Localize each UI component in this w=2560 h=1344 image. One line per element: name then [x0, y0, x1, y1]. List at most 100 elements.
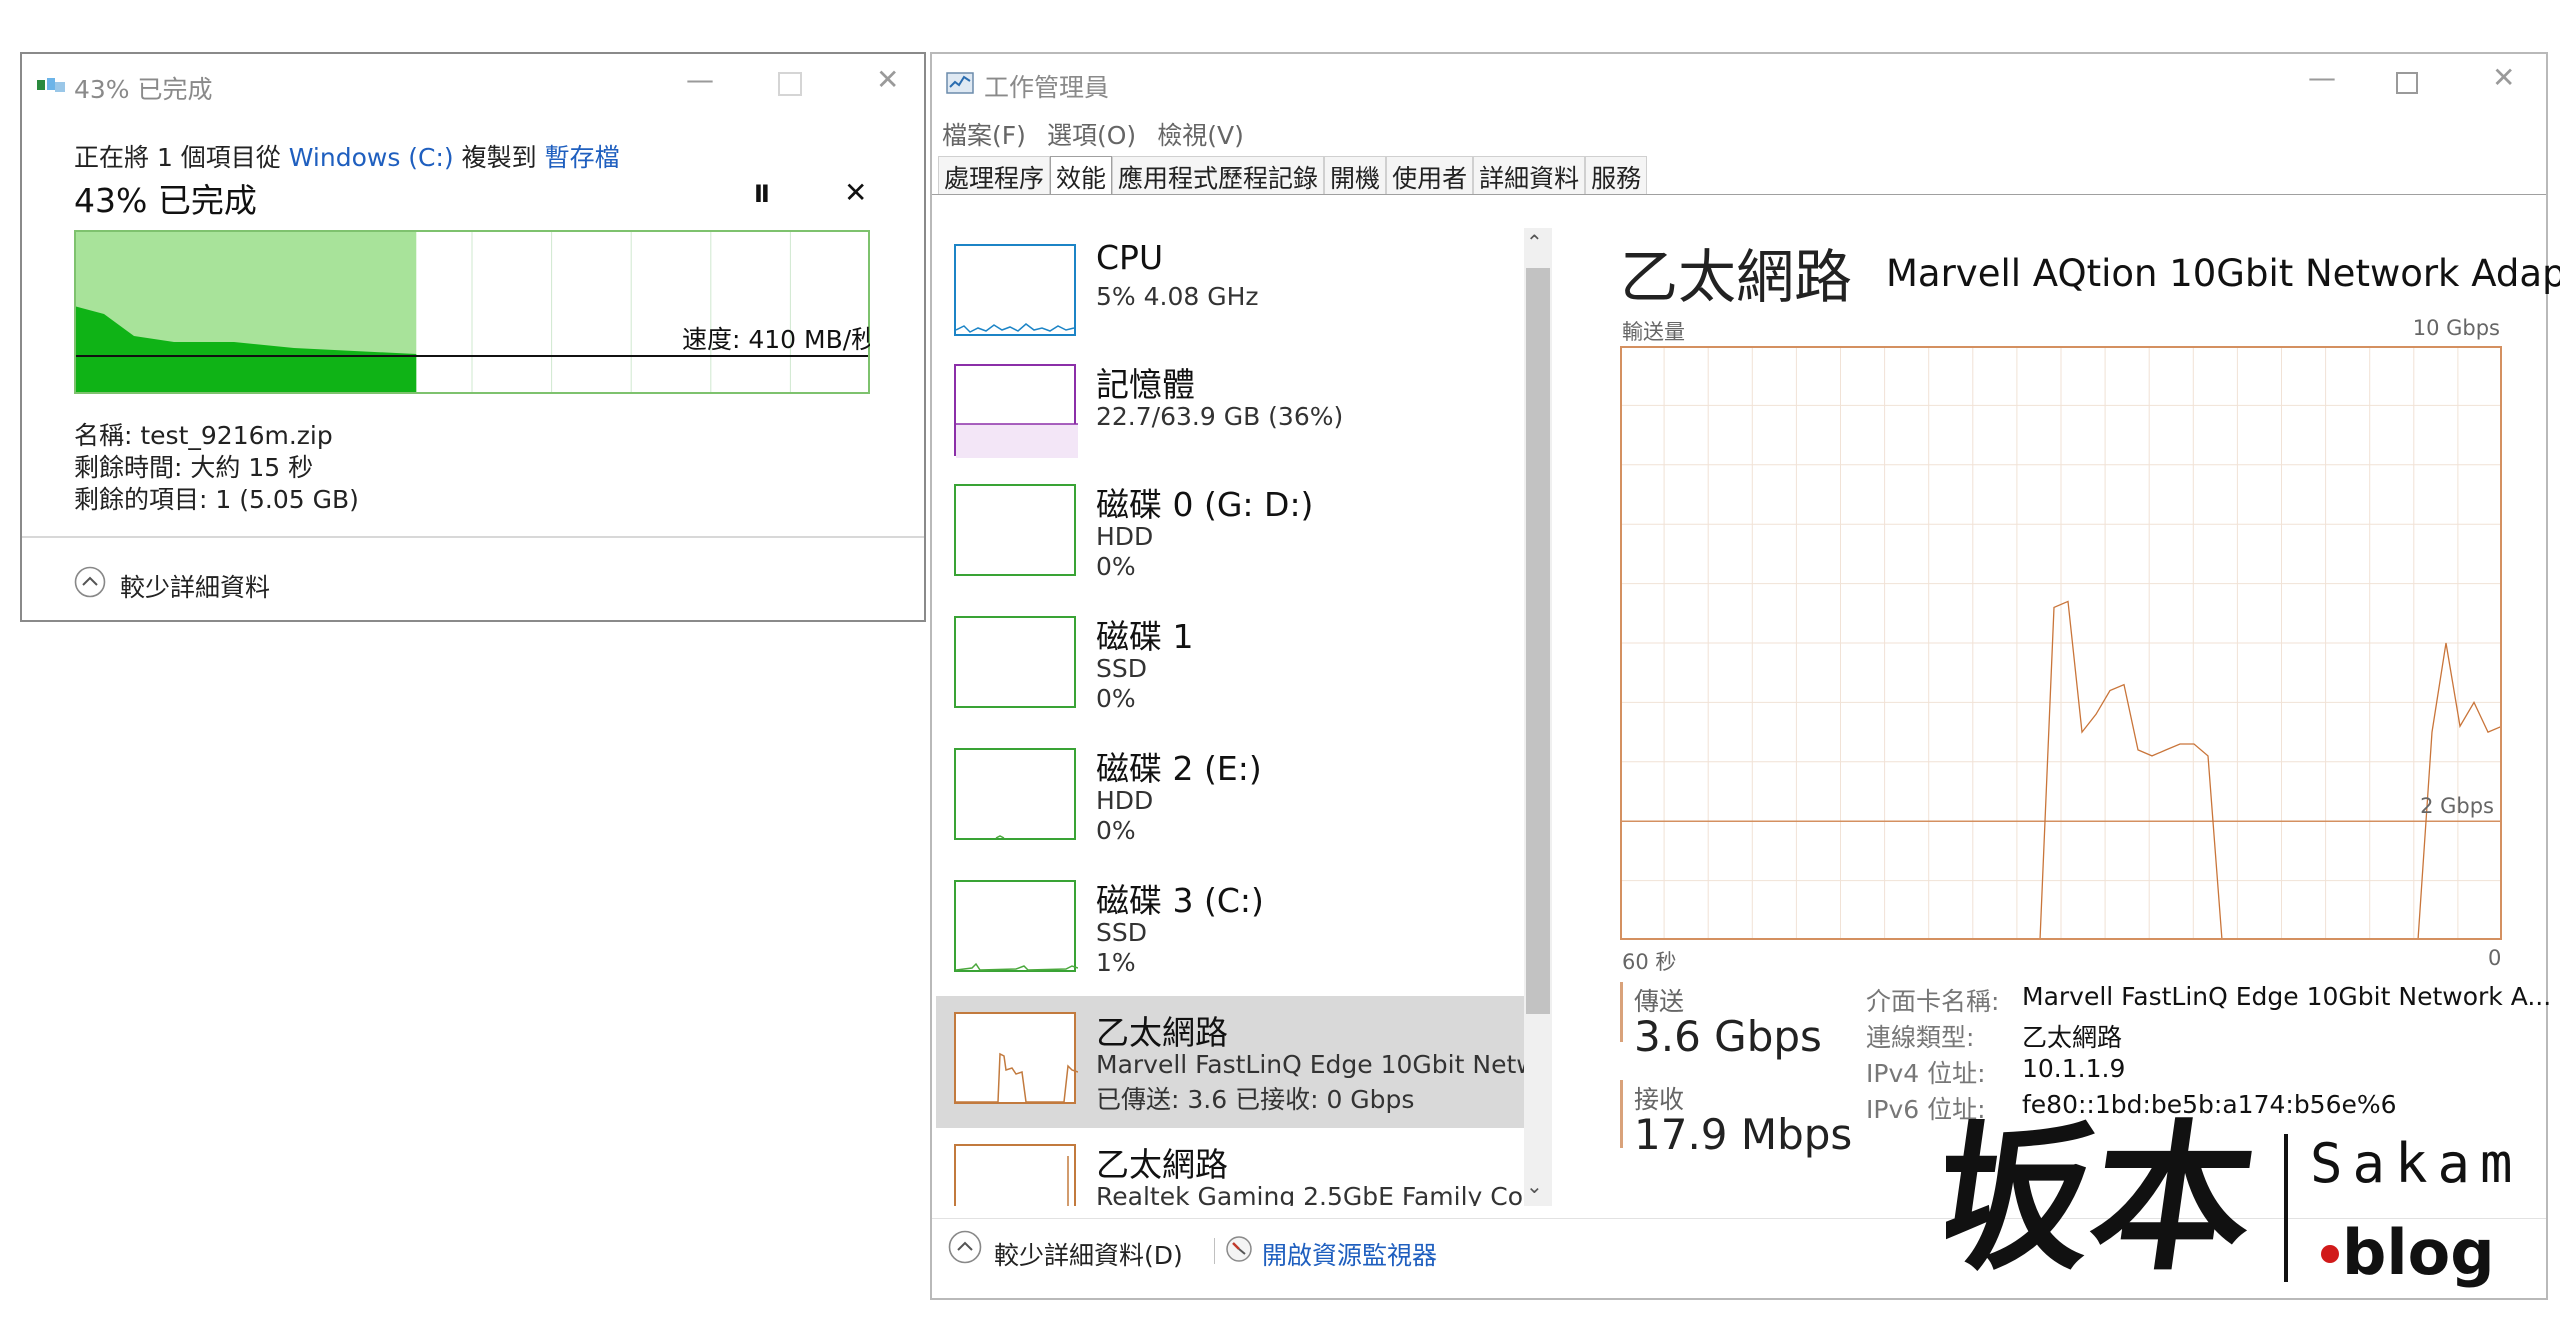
sidebar-sub2: 0%: [1096, 816, 1136, 845]
copy-window-title: 43% 已完成: [74, 75, 213, 104]
axis-left-label: 60 秒: [1622, 950, 1677, 974]
copy-progress-icon: [37, 78, 65, 92]
axis-right-label: 0: [2488, 946, 2502, 970]
tab-users[interactable]: 使用者: [1386, 156, 1474, 195]
sidebar-item-memory[interactable]: 記憶體 22.7/63.9 GB (36%): [936, 348, 1531, 480]
tab-performance[interactable]: 效能: [1050, 156, 1113, 195]
time-remaining: 剩餘時間: 大約 15 秒: [74, 453, 314, 482]
sidebar-item-ethernet-marvell[interactable]: 乙太網路 Marvell FastLinQ Edge 10Gbit Networ…: [936, 996, 1531, 1128]
tab-processes[interactable]: 處理程序: [938, 156, 1051, 195]
sidebar-name: CPU: [1096, 238, 1164, 277]
disk0-thumbnail: [954, 484, 1076, 576]
sidebar-item-disk3[interactable]: 磁碟 3 (C:) SSD 1%: [936, 864, 1531, 996]
tm-close-button[interactable]: ✕: [2492, 64, 2515, 92]
prop-value-connection: 乙太網路: [2022, 1023, 2123, 1052]
cpu-thumbnail: [954, 244, 1076, 336]
sidebar-item-ethernet-realtek[interactable]: 乙太網路 Realtek Gaming 2.5GbE Family Contro…: [936, 1128, 1531, 1206]
fewer-details-button[interactable]: 較少詳細資料: [120, 568, 270, 604]
send-value: 3.6 Gbps: [1634, 1012, 1822, 1061]
source-link[interactable]: Windows (C:): [289, 143, 454, 172]
sidebar-sub: 22.7/63.9 GB (36%): [1096, 402, 1344, 431]
chevron-up-icon[interactable]: [948, 1230, 982, 1264]
prop-key-ipv4: IPv4 位址:: [1866, 1059, 1986, 1088]
tm-maximize-button[interactable]: [2396, 72, 2418, 94]
chevron-up-icon[interactable]: [74, 566, 106, 598]
resource-monitor-icon: [1226, 1236, 1252, 1262]
sidebar-sub2: 1%: [1096, 948, 1136, 977]
menu-options[interactable]: 選項(O): [1047, 116, 1136, 152]
tm-minimize-button[interactable]: —: [2308, 64, 2336, 92]
speed-label: 速度: 410 MB/秒: [682, 325, 870, 354]
detail-title: 乙太網路: [1620, 243, 1853, 311]
sidebar-name: 磁碟 3 (C:): [1096, 881, 1264, 920]
tab-startup[interactable]: 開機: [1324, 156, 1387, 195]
scroll-down-icon[interactable]: ⌄: [1526, 1174, 1543, 1198]
sidebar-name: 乙太網路: [1096, 1145, 1228, 1184]
maximize-button[interactable]: [778, 72, 802, 96]
footer-separator: [1214, 1238, 1215, 1264]
sidebar-sub: 5% 4.08 GHz: [1096, 282, 1259, 311]
scroll-up-icon[interactable]: ⌃: [1526, 230, 1543, 254]
disk3-thumbnail: [954, 880, 1078, 972]
tab-bar: 處理程序 效能 應用程式歷程記錄 開機 使用者 詳細資料 服務: [938, 156, 1648, 196]
disk1-thumbnail: [954, 616, 1076, 708]
throughput-graph: 2 Gbps: [1620, 346, 2502, 940]
sidebar-sub: HDD: [1096, 786, 1154, 815]
prop-value-adapter: Marvell FastLinQ Edge 10Gbit Network A..…: [2022, 982, 2552, 1011]
sidebar-sub: HDD: [1096, 522, 1154, 551]
file-name: 名稱: test_9216m.zip: [74, 421, 333, 450]
tab-app-history[interactable]: 應用程式歷程記錄: [1112, 156, 1325, 195]
task-manager-title: 工作管理員: [984, 73, 1110, 102]
sidebar-sub: Realtek Gaming 2.5GbE Family Controller: [1096, 1182, 1526, 1206]
cancel-copy-button[interactable]: ✕: [844, 176, 867, 209]
sidebar-name: 磁碟 2 (E:): [1096, 749, 1262, 788]
menu-view[interactable]: 檢視(V): [1157, 116, 1244, 152]
sidebar-item-cpu[interactable]: CPU 5% 4.08 GHz: [936, 228, 1531, 360]
items-remaining: 剩餘的項目: 1 (5.05 GB): [74, 485, 359, 514]
tm-fewer-details-button[interactable]: 較少詳細資料(D): [994, 1236, 1183, 1272]
sakamoto-blog-watermark: 坂本 Sakamoto blog: [1946, 1104, 2526, 1292]
sidebar-item-disk2[interactable]: 磁碟 2 (E:) HDD 0%: [936, 732, 1531, 864]
menu-file[interactable]: 檔案(F): [942, 116, 1026, 152]
svg-text:坂本: 坂本: [1946, 1104, 2266, 1292]
sidebar-sub: SSD: [1096, 918, 1147, 947]
open-resource-monitor-link[interactable]: 開啟資源監視器: [1262, 1236, 1437, 1272]
sidebar-item-disk0[interactable]: 磁碟 0 (G: D:) HDD 0%: [936, 468, 1531, 600]
sidebar-sub: Marvell FastLinQ Edge 10Gbit Network Ada…: [1096, 1050, 1526, 1079]
throughput-max-label: 10 Gbps: [2412, 316, 2500, 340]
sidebar-item-disk1[interactable]: 磁碟 1 SSD 0%: [936, 600, 1531, 732]
close-button[interactable]: ✕: [876, 66, 899, 94]
menu-bar: 檔案(F) 選項(O) 檢視(V): [942, 116, 1260, 150]
scrollbar-thumb[interactable]: [1526, 268, 1550, 1014]
svg-text:blog: blog: [2342, 1216, 2495, 1289]
divider: [22, 536, 924, 538]
copy-speed-graph: 速度: 410 MB/秒: [74, 230, 870, 394]
svg-text:Sakamoto: Sakamoto: [2310, 1132, 2526, 1195]
send-indicator: [1620, 982, 1623, 1042]
tab-details[interactable]: 詳細資料: [1473, 156, 1586, 195]
copy-description: 正在將 1 個項目從 Windows (C:) 複製到 暫存檔: [74, 138, 620, 174]
prop-key-adapter: 介面卡名稱:: [1866, 987, 2000, 1016]
throughput-label: 輸送量: [1622, 320, 1685, 344]
copy-progress-window: 43% 已完成 — ✕ 正在將 1 個項目從 Windows (C:) 複製到 …: [20, 52, 926, 622]
sidebar-name: 磁碟 1: [1096, 617, 1194, 656]
tab-underline: [932, 194, 2546, 195]
minimize-button[interactable]: —: [686, 66, 714, 94]
prop-key-connection: 連線類型:: [1866, 1023, 1975, 1052]
memory-thumbnail: [954, 364, 1078, 458]
mid-gridline-label: 2 Gbps: [2420, 794, 2494, 818]
ethernet-thumbnail: [954, 1012, 1078, 1104]
destination-link[interactable]: 暫存檔: [545, 143, 620, 172]
prop-value-ipv4: 10.1.1.9: [2022, 1054, 2126, 1083]
sidebar-sub2: 0%: [1096, 552, 1136, 581]
copy-description-mid: 複製到: [453, 143, 545, 172]
sidebar-name: 記憶體: [1096, 365, 1195, 404]
disk2-thumbnail: [954, 748, 1076, 840]
sidebar-sub: SSD: [1096, 654, 1147, 683]
copy-description-prefix: 正在將 1 個項目從: [74, 143, 289, 172]
performance-sidebar: CPU 5% 4.08 GHz 記憶體 22.7/63.9 GB (36%) 磁…: [932, 228, 1544, 1206]
adapter-name: Marvell AQtion 10Gbit Network Adapter: [1886, 252, 2560, 295]
tab-services[interactable]: 服務: [1585, 156, 1648, 195]
pause-button[interactable]: II: [754, 180, 770, 208]
receive-value: 17.9 Mbps: [1634, 1110, 1853, 1159]
